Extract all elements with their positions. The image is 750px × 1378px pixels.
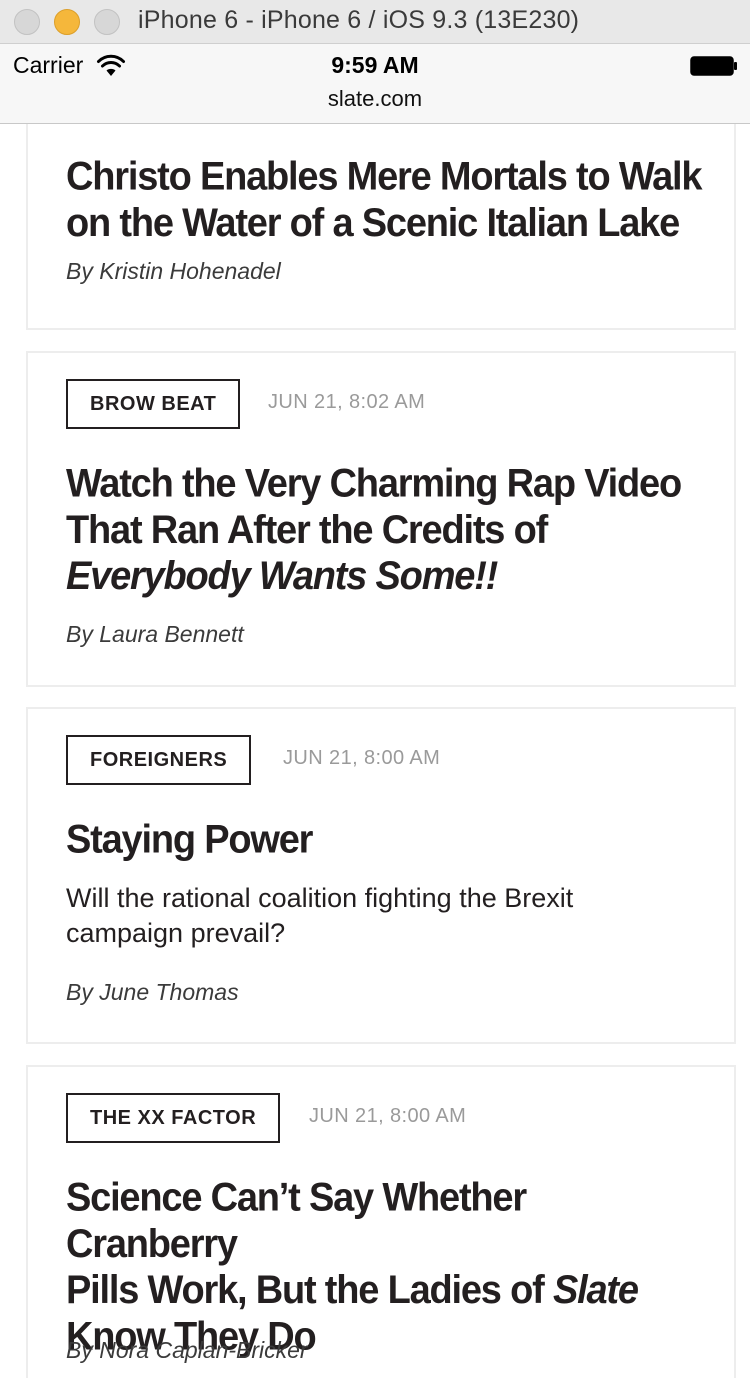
article-date: JUN 21, 8:00 AM xyxy=(309,1105,467,1127)
window-title: iPhone 6 - iPhone 6 / iOS 9.3 (13E230) xyxy=(138,6,580,34)
simulator-title-bar: iPhone 6 - iPhone 6 / iOS 9.3 (13E230) xyxy=(0,0,750,44)
zoom-window-button[interactable] xyxy=(94,9,120,35)
article-byline: By June Thomas xyxy=(66,979,239,1005)
section-tag[interactable]: THE XX FACTOR xyxy=(66,1093,281,1143)
article-byline: By Kristin Hohenadel xyxy=(66,258,281,284)
headline-line: Pills Work, But the Ladies of xyxy=(66,1268,553,1313)
battery-icon xyxy=(690,56,737,76)
status-time: 9:59 AM xyxy=(331,52,419,78)
article-feed: Christo Enables Mere Mortals to Walk on … xyxy=(0,124,750,1378)
article-date: JUN 21, 8:00 AM xyxy=(283,747,441,769)
close-window-button[interactable] xyxy=(14,9,40,35)
article-dek: Will the rational coalition fighting the… xyxy=(66,883,574,948)
section-tag[interactable]: BROW BEAT xyxy=(66,379,241,429)
article-card[interactable]: THE XX FACTOR JUN 21, 8:00 AM Science Ca… xyxy=(26,1065,736,1378)
article-card[interactable]: BROW BEAT JUN 21, 8:02 AM Watch the Very… xyxy=(26,351,736,687)
article-card[interactable]: Christo Enables Mere Mortals to Walk on … xyxy=(26,124,736,330)
address-bar[interactable]: slate.com xyxy=(0,86,750,112)
article-byline: By Nora Caplan-Bricker xyxy=(66,1337,308,1363)
article-byline: By Laura Bennett xyxy=(66,621,244,647)
article-date: JUN 21, 8:02 AM xyxy=(268,391,426,413)
article-headline[interactable]: Watch the Very Charming Rap Video That R… xyxy=(66,461,706,600)
headline-line: Watch the Very Charming Rap Video xyxy=(66,462,682,507)
article-card[interactable]: FOREIGNERS JUN 21, 8:00 AM Staying Power… xyxy=(26,707,736,1044)
headline-italic-title: Slate xyxy=(552,1268,639,1313)
minimize-window-button[interactable] xyxy=(54,9,80,35)
headline-line: Science Can’t Say Whether Cranberry xyxy=(66,1176,527,1267)
section-tag[interactable]: FOREIGNERS xyxy=(66,735,252,785)
article-headline[interactable]: Christo Enables Mere Mortals to Walk on … xyxy=(66,154,706,246)
article-headline[interactable]: Staying Power xyxy=(66,817,706,863)
article-headline[interactable]: Science Can’t Say Whether Cranberry Pill… xyxy=(66,1175,706,1360)
headline-line: That Ran After the Credits of xyxy=(66,508,548,553)
ios-status-bar: Carrier 9:59 AM slate.com xyxy=(0,44,750,124)
headline-italic-title: Everybody Wants Some!! xyxy=(66,554,498,599)
